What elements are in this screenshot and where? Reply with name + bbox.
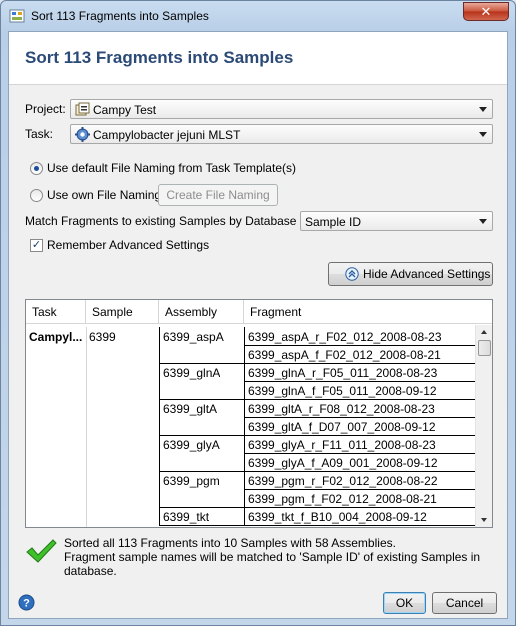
cell-fragment[interactable]: 6399_glnA_f_F05_011_2008-09-12: [248, 384, 437, 398]
assembly-border: [159, 363, 160, 399]
cell-fragment[interactable]: 6399_glnA_r_F05_011_2008-08-23: [248, 366, 437, 380]
dialog-body: Sort 113 Fragments into Samples Project:…: [8, 31, 508, 619]
chevron-down-icon: [479, 107, 487, 112]
project-label: Project:: [25, 102, 66, 116]
column-header-task[interactable]: Task: [26, 300, 86, 324]
column-header-sample[interactable]: Sample: [86, 300, 159, 324]
collapse-up-icon: [345, 267, 359, 281]
sample-column-border: [86, 327, 87, 527]
close-button[interactable]: ✕: [463, 2, 509, 21]
match-field-select[interactable]: Sample ID: [300, 211, 493, 231]
dialog-heading: Sort 113 Fragments into Samples: [25, 48, 294, 67]
scroll-thumb[interactable]: [478, 340, 491, 356]
radio-own-naming[interactable]: [30, 189, 43, 202]
assembly-border: [244, 507, 245, 525]
fragment-separator: [245, 417, 475, 418]
cell-fragment[interactable]: 6399_tkt_f_B10_004_2008-09-12: [248, 510, 427, 524]
title-bar[interactable]: Sort 113 Fragments into Samples ✕: [1, 1, 515, 31]
assembly-separator: [159, 507, 476, 508]
cell-assembly[interactable]: 6399_aspA: [163, 330, 224, 344]
task-select[interactable]: Campylobacter jejuni MLST: [70, 124, 493, 144]
cell-assembly[interactable]: 6399_glnA: [163, 366, 220, 380]
scroll-up-icon[interactable]: [481, 330, 487, 334]
fragment-separator: [245, 345, 475, 346]
table-scrollbar[interactable]: [475, 325, 492, 527]
project-icon: [75, 102, 90, 116]
cell-fragment[interactable]: 6399_aspA_f_F02_012_2008-08-21: [248, 348, 441, 362]
own-naming-label[interactable]: Use own File Naming:: [47, 188, 164, 202]
assembly-separator: [159, 363, 476, 364]
project-value: Campy Test: [93, 103, 157, 117]
cell-fragment[interactable]: 6399_gltA_f_D07_007_2008-09-12: [248, 420, 436, 434]
cell-task[interactable]: Campyl...: [29, 330, 84, 344]
fragments-table[interactable]: Task Sample Assembly Fragment Campyl... …: [25, 299, 493, 528]
checkmark-icon: [26, 539, 57, 563]
column-header-fragment[interactable]: Fragment: [244, 300, 476, 324]
cell-sample[interactable]: 6399: [89, 330, 116, 344]
cell-fragment[interactable]: 6399_pgm_r_F02_012_2008-08-22: [248, 474, 438, 488]
assembly-border: [159, 435, 160, 471]
assembly-border: [244, 363, 245, 399]
gear-icon: [75, 127, 90, 142]
cell-assembly[interactable]: 6399_tkt: [163, 510, 209, 524]
cell-fragment[interactable]: 6399_aspA_r_F02_012_2008-08-23: [248, 330, 442, 344]
match-field-label: Match Fragments to existing Samples by D…: [25, 214, 330, 228]
cancel-button[interactable]: Cancel: [432, 592, 497, 614]
svg-text:?: ?: [23, 598, 30, 610]
status-line-1: Sorted all 113 Fragments into 10 Samples…: [64, 536, 396, 550]
scroll-down-icon[interactable]: [481, 518, 487, 522]
task-label: Task:: [25, 127, 54, 141]
assembly-border: [244, 435, 245, 471]
cell-assembly[interactable]: 6399_gltA: [163, 402, 217, 416]
app-icon: [9, 9, 25, 23]
assembly-separator: [159, 399, 476, 400]
cell-fragment[interactable]: 6399_gltA_r_F08_012_2008-08-23: [248, 402, 435, 416]
match-field-value: Sample ID: [305, 215, 362, 229]
cell-assembly[interactable]: 6399_glyA: [163, 438, 220, 452]
assembly-border: [159, 507, 160, 525]
fragment-separator: [245, 453, 475, 454]
dialog-window: Sort 113 Fragments into Samples ✕ Sort 1…: [0, 0, 516, 626]
assembly-separator: [159, 525, 476, 526]
cell-fragment[interactable]: 6399_pgm_f_F02_012_2008-08-21: [248, 492, 437, 506]
assembly-separator: [159, 471, 476, 472]
default-naming-label[interactable]: Use default File Naming from Task Templa…: [47, 161, 296, 175]
assembly-border: [159, 327, 160, 363]
fragment-separator: [245, 381, 475, 382]
radio-default-naming[interactable]: [30, 162, 43, 175]
chevron-down-icon: [479, 219, 487, 224]
hide-advanced-label: Hide Advanced Settings: [363, 267, 491, 281]
hide-advanced-settings-button[interactable]: Hide Advanced Settings: [328, 262, 493, 286]
ok-button[interactable]: OK: [383, 592, 426, 614]
fragment-separator: [245, 489, 475, 490]
assembly-border: [244, 471, 245, 507]
window-title: Sort 113 Fragments into Samples: [31, 9, 209, 23]
assembly-border: [244, 327, 245, 363]
cell-fragment[interactable]: 6399_glyA_r_F11_011_2008-08-23: [248, 438, 436, 452]
create-file-naming-button[interactable]: Create File Naming: [158, 184, 278, 206]
help-icon[interactable]: ?: [18, 594, 35, 611]
table-header: Task Sample Assembly Fragment: [26, 300, 492, 324]
assembly-border: [159, 471, 160, 507]
cell-assembly[interactable]: 6399_pgm: [163, 474, 220, 488]
project-select[interactable]: Campy Test: [70, 99, 493, 119]
chevron-down-icon: [479, 132, 487, 137]
task-value: Campylobacter jejuni MLST: [93, 128, 241, 142]
radio-selected-dot: [34, 166, 39, 171]
column-header-assembly[interactable]: Assembly: [159, 300, 244, 324]
assembly-border: [159, 399, 160, 435]
remember-settings-label[interactable]: Remember Advanced Settings: [47, 238, 209, 252]
assembly-separator: [159, 435, 476, 436]
close-icon: ✕: [480, 4, 492, 19]
cell-fragment[interactable]: 6399_glyA_f_A09_001_2008-09-12: [248, 456, 438, 470]
assembly-border: [244, 399, 245, 435]
remember-settings-checkbox[interactable]: ✓: [30, 239, 43, 252]
header-band: Sort 113 Fragments into Samples: [9, 32, 507, 85]
status-line-2: Fragment sample names will be matched to…: [64, 550, 481, 578]
